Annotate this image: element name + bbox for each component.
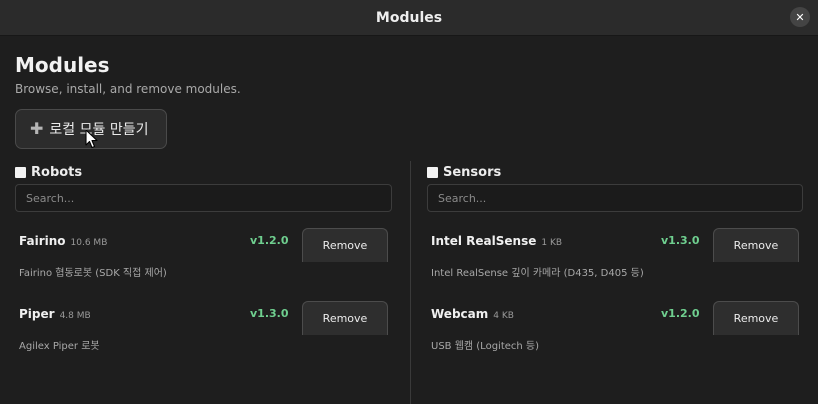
- module-version: v1.3.0: [250, 307, 289, 320]
- robots-search-input[interactable]: [15, 184, 392, 212]
- remove-button-piper[interactable]: Remove: [302, 301, 388, 335]
- module-description: USB 웹캠 (Logitech 등): [431, 341, 540, 352]
- remove-button-fairino[interactable]: Remove: [302, 228, 388, 262]
- column-divider: [410, 161, 411, 404]
- module-row-piper: Piper 4.8 MB v1.3.0 Remove Agilex Piper 로…: [15, 301, 392, 369]
- sensors-search-input[interactable]: [427, 184, 803, 212]
- remove-button-webcam[interactable]: Remove: [713, 301, 799, 335]
- close-icon[interactable]: ✕: [790, 7, 810, 27]
- sensors-header: Sensors: [427, 164, 803, 180]
- page-subtitle: Browse, install, and remove modules.: [15, 82, 241, 96]
- mouse-cursor-icon: [85, 129, 98, 149]
- module-size: 1 KB: [541, 238, 563, 248]
- module-description: Agilex Piper 로봇: [19, 341, 100, 352]
- module-name: Webcam 4 KB: [431, 307, 514, 321]
- sensors-title: Sensors: [443, 164, 502, 180]
- module-size: 10.6 MB: [70, 238, 108, 248]
- module-row-fairino: Fairino 10.6 MB v1.2.0 Remove Fairino 협동로…: [15, 228, 392, 296]
- robots-title: Robots: [31, 164, 83, 180]
- module-version: v1.3.0: [661, 234, 700, 247]
- window-title: Modules: [375, 9, 443, 26]
- robots-checkbox[interactable]: [15, 166, 26, 178]
- module-size: 4.8 MB: [59, 311, 91, 321]
- module-name: Fairino 10.6 MB: [19, 234, 108, 248]
- sensors-section: Sensors Intel RealSense1 KB v1.3.0 Remov…: [427, 164, 803, 352]
- robots-header: Robots: [15, 164, 392, 180]
- robots-section: Robots Fairino10.6 MB v1.2.0 Remove Fair…: [15, 164, 392, 352]
- module-name: Piper 4.8 MB: [19, 307, 91, 321]
- modules-panel: Modules Browse, install, and remove modu…: [0, 36, 818, 404]
- module-row-webcam: Webcam 4 KB v1.2.0 Remove USB 웹캠 (Logitec…: [427, 301, 803, 369]
- module-version: v1.2.0: [250, 234, 289, 247]
- module-version: v1.2.0: [661, 307, 700, 320]
- page-title: Modules: [15, 53, 110, 77]
- module-name: Intel RealSense 1 KB: [431, 234, 563, 248]
- module-description: Intel RealSense 깊이 카메라 (D435, D405 등): [431, 268, 644, 279]
- plus-icon: ✚: [30, 119, 44, 138]
- remove-button-intel-realsense[interactable]: Remove: [713, 228, 799, 262]
- module-description: Fairino 협동로봇 (SDK 직접 제어): [19, 268, 167, 279]
- sensors-checkbox[interactable]: [427, 166, 438, 178]
- window-titlebar: Modules ✕: [0, 0, 818, 36]
- module-size: 4 KB: [493, 311, 514, 321]
- module-row-intel-realsense: Intel RealSense 1 KB v1.3.0 Remove Intel …: [427, 228, 803, 296]
